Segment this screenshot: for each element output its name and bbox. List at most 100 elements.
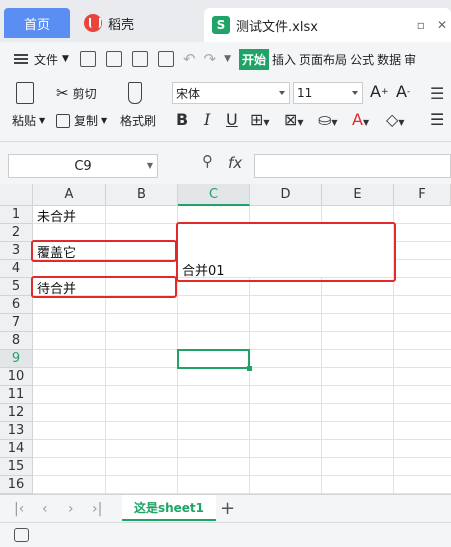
align-left-icon[interactable]: ☰ xyxy=(430,110,444,129)
tab-formula[interactable]: 公式 xyxy=(350,51,374,68)
row-header[interactable]: 7 xyxy=(0,314,33,332)
status-bar xyxy=(0,522,451,547)
chevron-down-icon xyxy=(352,91,358,95)
copy-icon xyxy=(56,113,70,128)
font-name-select[interactable]: 宋体 xyxy=(172,82,290,104)
paste-button[interactable]: 粘贴 ▼ xyxy=(12,112,45,129)
grid-line xyxy=(33,457,451,458)
column-header-a[interactable]: A xyxy=(33,184,106,206)
font-size-value: 11 xyxy=(297,86,313,100)
paste-icon[interactable] xyxy=(16,82,34,104)
undo-icon[interactable]: ↶ xyxy=(183,50,196,68)
tab-file[interactable]: S 测试文件.xlsx xyxy=(204,8,451,42)
row-header[interactable]: 6 xyxy=(0,296,33,314)
font-color-icon[interactable]: A▼ xyxy=(352,110,369,129)
brush-icon[interactable] xyxy=(128,82,142,104)
copy-button[interactable]: 复制 ▼ xyxy=(56,112,107,129)
italic-icon[interactable]: I xyxy=(204,110,210,129)
tab-tools: ▫ ✕ xyxy=(417,8,451,42)
increase-font-icon[interactable]: A + xyxy=(370,82,389,101)
more-icon[interactable]: ▼ xyxy=(224,54,231,64)
cut-button[interactable]: ✂ 剪切 xyxy=(56,84,97,102)
sheet-tab-label: 这是sheet1 xyxy=(133,500,205,515)
border-icon[interactable]: ⊞▼ xyxy=(250,110,270,129)
prev-sheet-icon[interactable]: ‹ xyxy=(42,501,48,517)
column-header-e[interactable]: E xyxy=(322,184,394,206)
format-painter-button[interactable]: 格式刷 xyxy=(120,112,156,129)
select-all-corner[interactable] xyxy=(0,184,33,206)
chevron-down-icon[interactable]: ▼ xyxy=(62,54,69,64)
row-header[interactable]: 5 xyxy=(0,278,33,296)
last-sheet-icon[interactable]: ›| xyxy=(92,501,102,517)
row-header[interactable]: 14 xyxy=(0,440,33,458)
macro-record-icon[interactable] xyxy=(14,528,29,542)
highlight-box-a5 xyxy=(31,276,177,298)
save-icon[interactable] xyxy=(79,51,96,67)
grid-line xyxy=(33,403,451,404)
spreadsheet-logo-icon: S xyxy=(212,16,230,34)
export-icon[interactable] xyxy=(105,51,122,67)
sheet-tab-1[interactable]: 这是sheet1 xyxy=(122,495,216,521)
menu-row: 文件 ▼ ↶ ↷ ▼ 开始 插入 页面布局 公式 数据 审 xyxy=(0,42,451,76)
align-top-icon[interactable]: ☰ xyxy=(430,84,444,103)
preview-icon[interactable] xyxy=(157,51,174,67)
grid-line xyxy=(33,331,451,332)
tab-file-label: 测试文件.xlsx xyxy=(236,19,318,35)
highlight-box-merged xyxy=(176,222,396,282)
row-header[interactable]: 15 xyxy=(0,458,33,476)
grid-line xyxy=(33,313,451,314)
underline-icon[interactable]: U xyxy=(226,110,238,129)
paste-label: 粘贴 xyxy=(12,114,37,128)
spreadsheet-grid[interactable]: A B C D E F 1 2 3 4 5 6 7 8 9 10 11 12 1… xyxy=(0,184,451,494)
row-header[interactable]: 1 xyxy=(0,206,33,224)
print-icon[interactable] xyxy=(131,51,148,67)
zoom-search-icon[interactable]: ⚲ xyxy=(202,152,213,170)
merge-icon[interactable]: ⊠▼ xyxy=(284,110,304,129)
hamburger-icon[interactable] xyxy=(14,54,28,64)
column-header-c[interactable]: C xyxy=(178,184,250,206)
column-header-d[interactable]: D xyxy=(250,184,322,206)
fill-color-icon[interactable]: ⛀▼ xyxy=(318,110,338,129)
close-tab-icon[interactable]: ✕ xyxy=(437,18,447,32)
add-sheet-icon[interactable]: + xyxy=(220,498,235,519)
row-header[interactable]: 4 xyxy=(0,260,33,278)
column-header-b[interactable]: B xyxy=(106,184,178,206)
bold-icon[interactable]: B xyxy=(176,110,188,129)
copy-label: 复制 xyxy=(74,114,99,128)
row-header[interactable]: 11 xyxy=(0,386,33,404)
row-header[interactable]: 10 xyxy=(0,368,33,386)
eraser-icon[interactable]: ◇▼ xyxy=(386,110,404,129)
restore-window-icon[interactable]: ▫ xyxy=(417,18,425,32)
redo-icon[interactable]: ↷ xyxy=(204,50,217,68)
daoke-logo-icon xyxy=(84,14,102,32)
font-size-select[interactable]: 11 xyxy=(293,82,363,104)
next-sheet-icon[interactable]: › xyxy=(68,501,74,517)
row-header[interactable]: 13 xyxy=(0,422,33,440)
row-header[interactable]: 12 xyxy=(0,404,33,422)
tab-start[interactable]: 开始 xyxy=(239,48,270,70)
chevron-down-icon: ▼ xyxy=(146,161,153,170)
first-sheet-icon[interactable]: |‹ xyxy=(14,501,24,517)
tab-insert[interactable]: 插入 xyxy=(272,51,296,68)
highlight-box-a3 xyxy=(31,240,177,262)
formula-input[interactable] xyxy=(254,154,451,178)
tab-data[interactable]: 数据 xyxy=(377,51,401,68)
tab-home[interactable]: 首页 xyxy=(4,8,70,38)
cell-a1[interactable]: 未合并 xyxy=(34,206,76,225)
file-menu[interactable]: 文件 xyxy=(34,51,58,68)
name-box[interactable]: C9 ▼ xyxy=(8,154,158,178)
grid-line xyxy=(33,475,451,476)
tab-page-layout[interactable]: 页面布局 xyxy=(299,51,347,68)
tab-review[interactable]: 审 xyxy=(404,51,416,68)
tab-daoke[interactable]: 稻壳 xyxy=(76,8,192,38)
row-header[interactable]: 8 xyxy=(0,332,33,350)
decrease-font-icon[interactable]: A- xyxy=(396,82,410,101)
column-header-f[interactable]: F xyxy=(394,184,451,206)
fx-icon[interactable]: fx xyxy=(228,154,242,172)
row-header[interactable]: 9 xyxy=(0,350,33,368)
row-header[interactable]: 2 xyxy=(0,224,33,242)
cut-label: 剪切 xyxy=(72,86,97,101)
selected-cell-c9[interactable] xyxy=(177,349,252,371)
row-header[interactable]: 16 xyxy=(0,476,33,494)
row-header[interactable]: 3 xyxy=(0,242,33,260)
